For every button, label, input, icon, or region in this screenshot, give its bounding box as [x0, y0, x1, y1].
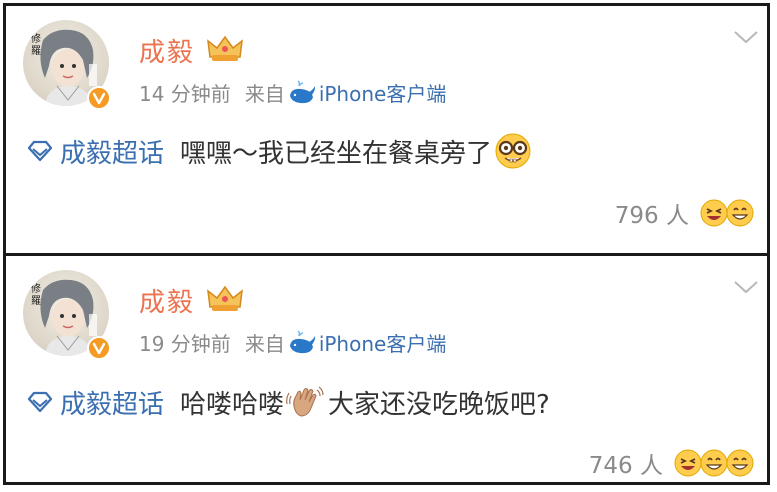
crown-badge-icon: [207, 35, 243, 61]
grinning-face-icon: [726, 449, 754, 477]
reactions[interactable]: 746 人: [589, 446, 755, 480]
verified-badge-icon: [87, 86, 111, 110]
source-link[interactable]: iPhone客户端: [319, 78, 447, 107]
super-topic-label: 成毅超话: [60, 138, 165, 169]
svg-text:修: 修: [31, 32, 41, 45]
post-card: 修 羅 成毅 14 分钟前 来自 iPhone客户端 成毅超话 嘿嘿～我已经坐在…: [6, 6, 767, 254]
super-topic-label: 成毅超话: [60, 389, 165, 420]
post-text-after: 大家还没吃晚饭吧?: [328, 389, 550, 420]
post-text: 嘿嘿～我已经坐在餐桌旁了: [180, 138, 493, 169]
crown-badge-icon: [207, 285, 243, 311]
avatar[interactable]: 修 羅: [23, 20, 111, 110]
verified-badge-icon: [87, 336, 111, 360]
avatar[interactable]: 修 羅: [23, 270, 111, 360]
post-meta: 14 分钟前 来自 iPhone客户端: [139, 78, 446, 107]
reaction-count: 796 人: [614, 203, 689, 229]
post-time: 19 分钟前: [139, 332, 231, 356]
post-time: 14 分钟前: [139, 82, 231, 106]
svg-text:羅: 羅: [31, 295, 41, 307]
user-name[interactable]: 成毅: [139, 32, 195, 69]
chevron-down-icon[interactable]: [733, 280, 759, 294]
post-content: 成毅超话 哈喽哈喽 大家还没吃晚饭吧?: [26, 382, 550, 422]
post-card: 修 羅 成毅 19 分钟前 来自 iPhone客户端 成毅超话 哈喽哈喽 大家还…: [6, 256, 767, 488]
chevron-down-icon[interactable]: [733, 30, 759, 44]
source-prefix: 来自: [244, 332, 285, 356]
diamond-icon: [27, 140, 53, 162]
post-content: 成毅超话 嘿嘿～我已经坐在餐桌旁了: [26, 132, 534, 170]
source-prefix: 来自: [244, 82, 285, 106]
source-link[interactable]: iPhone客户端: [319, 328, 447, 357]
svg-text:修: 修: [31, 282, 41, 295]
post-text-before: 哈喽哈喽: [180, 389, 285, 420]
weibo-feed: 修 羅 成毅 14 分钟前 来自 iPhone客户端 成毅超话 嘿嘿～我已经坐在…: [3, 3, 770, 485]
nerd-face-icon: [495, 133, 531, 169]
super-topic-link[interactable]: 成毅超话: [26, 133, 164, 170]
diamond-icon: [27, 391, 53, 413]
svg-text:羅: 羅: [31, 45, 41, 57]
reaction-count: 746 人: [588, 453, 663, 479]
super-topic-link[interactable]: 成毅超话: [26, 384, 164, 421]
user-name[interactable]: 成毅: [139, 282, 195, 319]
reactions[interactable]: 796 人: [615, 196, 755, 230]
grinning-face-icon: [726, 199, 754, 227]
whale-icon: [289, 79, 315, 103]
post-meta: 19 分钟前 来自 iPhone客户端: [139, 328, 446, 357]
whale-icon: [289, 329, 315, 353]
waving-hand-icon: [286, 386, 324, 417]
